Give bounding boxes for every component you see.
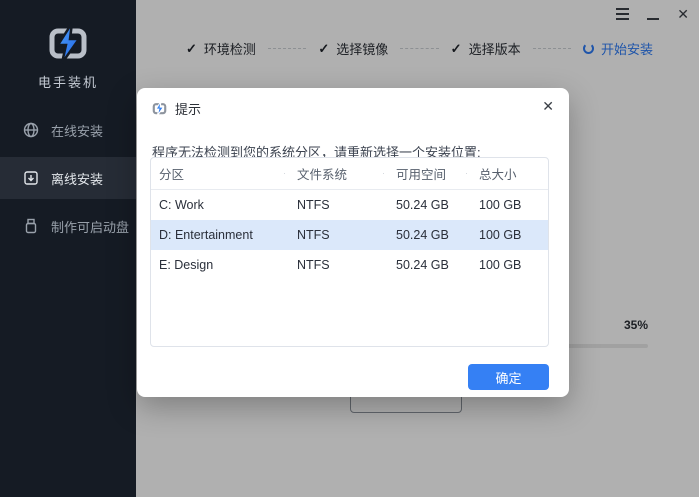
column-header-filesystem: 文件系统 [284, 164, 383, 183]
column-header-partition: 分区 [159, 168, 185, 182]
table-header-row: 分区 文件系统 可用空间 总大小 [151, 158, 548, 190]
sidebar-item-label: 制作可启动盘 [51, 219, 130, 235]
ok-button[interactable]: 确定 [468, 364, 549, 390]
sidebar: 电手装机 在线安装 离线安装 制作可启动盘 [0, 0, 136, 497]
globe-icon [23, 122, 39, 138]
sidebar-item-make-bootable-disk[interactable]: 制作可启动盘 [0, 205, 136, 247]
cell-free-space: 50.24 GB [396, 228, 449, 242]
cell-partition: D: Entertainment [159, 228, 253, 242]
cell-total-size: 100 GB [479, 258, 522, 272]
lightning-logo-icon [49, 22, 87, 64]
lightning-logo-icon [152, 101, 167, 116]
column-header-free-space: 可用空间 [383, 164, 466, 183]
cell-filesystem: NTFS [297, 258, 330, 272]
cell-total-size: 100 GB [479, 198, 522, 212]
installer-window: 电手装机 在线安装 离线安装 制作可启动盘 ✕ ✓ 环境检测 ✓ 选择镜像 ✓ … [0, 0, 699, 497]
table-row-e[interactable]: E: Design NTFS 50.24 GB 100 GB [151, 250, 548, 280]
partition-dialog: 提示 ✕ 程序无法检测到您的系统分区，请重新选择一个安装位置: 分区 文件系统 … [137, 88, 569, 397]
dialog-close-icon[interactable]: ✕ [542, 98, 554, 114]
cell-total-size: 100 GB [479, 228, 522, 242]
sidebar-item-label: 离线安装 [51, 171, 104, 187]
dialog-header: 提示 [137, 88, 569, 118]
cell-filesystem: NTFS [297, 228, 330, 242]
cell-partition: C: Work [159, 198, 204, 212]
download-box-icon [24, 171, 38, 185]
cell-filesystem: NTFS [297, 198, 330, 212]
dialog-title: 提示 [175, 102, 202, 117]
cell-free-space: 50.24 GB [396, 258, 449, 272]
sidebar-item-offline-install[interactable]: 离线安装 [0, 157, 136, 199]
sidebar-item-label: 在线安装 [51, 123, 104, 139]
app-logo [0, 22, 136, 64]
sidebar-nav: 在线安装 离线安装 制作可启动盘 [0, 109, 136, 247]
partition-table: 分区 文件系统 可用空间 总大小 C: Work NTFS 50.24 GB 1… [150, 157, 549, 347]
sidebar-item-online-install[interactable]: 在线安装 [0, 109, 136, 151]
table-row-c[interactable]: C: Work NTFS 50.24 GB 100 GB [151, 190, 548, 220]
app-name: 电手装机 [37, 75, 98, 90]
column-header-total-size: 总大小 [466, 164, 548, 183]
cell-partition: E: Design [159, 258, 214, 272]
usb-drive-icon [25, 218, 37, 234]
table-row-d[interactable]: D: Entertainment NTFS 50.24 GB 100 GB [151, 220, 548, 250]
cell-free-space: 50.24 GB [396, 198, 449, 212]
